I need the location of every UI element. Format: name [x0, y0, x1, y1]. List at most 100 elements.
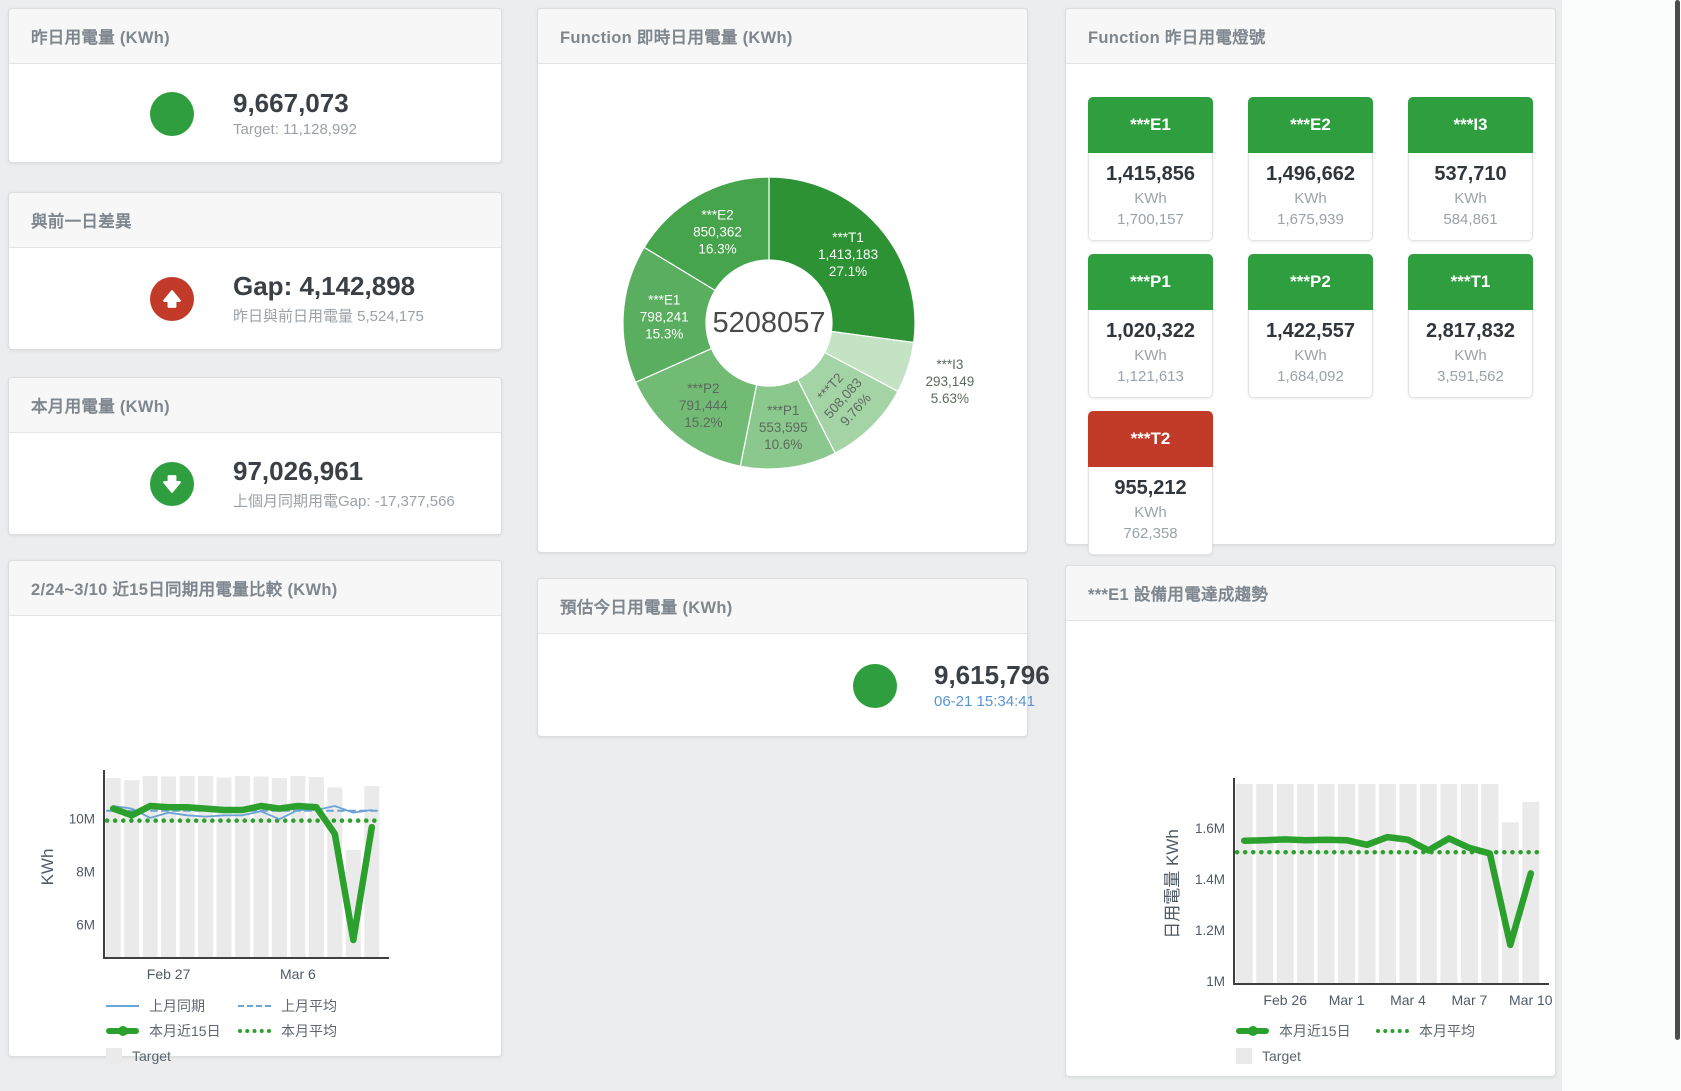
status-circle-green-icon	[150, 92, 194, 136]
target-bar	[1338, 784, 1355, 984]
target-bar	[180, 776, 195, 958]
target-bar	[1502, 822, 1519, 984]
panel-month-usage: 本月用電量 (KWh) 97,026,961 上個月同期用電Gap: -17,3…	[8, 377, 502, 535]
stat-value: 9,667,073	[233, 89, 357, 119]
legend-label: Target	[132, 1048, 171, 1064]
target-bar	[1256, 784, 1273, 984]
device-tile-***P1[interactable]: ***P1 1,020,322 KWh 1,121,613	[1088, 254, 1213, 398]
device-tile-***P2[interactable]: ***P21,422,557KWh1,684,092	[1248, 254, 1373, 398]
panel-title: 昨日用電量 (KWh)	[31, 24, 170, 48]
target-bar	[1297, 784, 1314, 984]
target-bar	[1379, 784, 1396, 984]
target-bar	[235, 776, 250, 958]
donut-center-value: 5208057	[713, 307, 826, 339]
y-tick-label: 1.4M	[1195, 872, 1225, 887]
legend-swatch-thin-blue	[106, 1005, 139, 1007]
x-tick-label: Feb 27	[147, 966, 191, 982]
device-tile-***E2[interactable]: ***E21,496,662KWh1,675,939	[1248, 97, 1373, 241]
panel-day-gap: 與前一日差異 Gap: 4,142,898 昨日與前日用電量 5,524,175	[8, 192, 502, 350]
y-tick-label: 1.6M	[1195, 821, 1225, 836]
legend-item-本月近15日[interactable]: 本月近15日	[106, 1022, 238, 1040]
target-bar	[1236, 784, 1253, 984]
panel-header: 預估今日用電量 (KWh)	[538, 579, 1027, 634]
x-tick-label: Mar 4	[1390, 992, 1426, 1008]
stat-subtitle: Target: 11,128,992	[233, 121, 357, 138]
e1-trend-chart-legend: 本月近15日 本月平均 Target	[1236, 1022, 1555, 1065]
stat-block: 97,026,961 上個月同期用電Gap: -17,377,566	[233, 457, 455, 511]
device-tile-***E1[interactable]: ***E11,415,856KWh1,700,157	[1088, 97, 1213, 241]
legend-swatch-box-gray	[106, 1048, 122, 1064]
device-tile-***I3[interactable]: ***I3537,710KWh584,861	[1408, 97, 1533, 241]
panel-15day-comparison: 2/24~3/10 近15日同期用電量比較 (KWh) 6M8M10MFeb 2…	[8, 560, 502, 1057]
target-bar	[1420, 784, 1437, 984]
scrollbar-thumb[interactable]	[1675, 0, 1680, 1040]
y-tick-label: 8M	[76, 864, 95, 879]
legend-label: Target	[1262, 1048, 1301, 1064]
x-tick-label: Mar 7	[1452, 992, 1488, 1008]
comparison-chart: 6M8M10MFeb 27Mar 6KWh	[9, 616, 501, 986]
device-tile-***T1[interactable]: ***T12,817,832KWh3,591,562	[1408, 254, 1533, 398]
donut-chart: ***T11,413,18327.1%***I3293,1495.63%***T…	[538, 64, 1027, 553]
up-arrow-icon	[150, 277, 194, 321]
legend-item-本月平均[interactable]: 本月平均	[238, 1022, 413, 1040]
stat-subtitle: 上個月同期用電Gap: -17,377,566	[233, 490, 455, 511]
device-target: 1,121,613	[1093, 368, 1208, 385]
legend-label: 本月平均	[1419, 1021, 1475, 1041]
legend-item-Target[interactable]: Target	[106, 1047, 238, 1065]
stat-subtitle: 昨日與前日用電量 5,524,175	[233, 305, 424, 326]
page-right-margin	[1562, 0, 1681, 1091]
target-bar	[106, 778, 121, 958]
stat-timestamp: 06-21 15:34:41	[934, 693, 1050, 710]
target-bar	[1461, 784, 1478, 984]
legend-label: 上月同期	[149, 996, 205, 1016]
device-tile-grid: ***E11,415,856KWh1,700,157 ***E21,496,662…	[1066, 64, 1555, 555]
panel-header: 本月用電量 (KWh)	[9, 378, 501, 433]
device-target: 3,591,562	[1413, 368, 1528, 385]
legend-item-Target[interactable]: Target	[1236, 1047, 1376, 1065]
device-unit: KWh	[1413, 347, 1528, 364]
panel-title: Function 昨日用電燈號	[1088, 24, 1266, 48]
device-unit: KWh	[1093, 504, 1208, 521]
panel-header: Function 即時日用電量 (KWh)	[538, 9, 1027, 64]
target-bar	[1359, 784, 1376, 984]
device-value: 1,020,322	[1093, 320, 1208, 343]
panel-title: 與前一日差異	[31, 208, 132, 232]
x-tick-label: Mar 6	[280, 966, 316, 982]
panel-header: 2/24~3/10 近15日同期用電量比較 (KWh)	[9, 561, 501, 616]
device-tile-header: ***P2	[1248, 254, 1373, 310]
target-bar	[1440, 784, 1457, 984]
stat-value: 9,615,796	[934, 661, 1050, 691]
device-target: 1,675,939	[1253, 211, 1368, 228]
target-bar	[198, 776, 213, 958]
panel-title: 2/24~3/10 近15日同期用電量比較 (KWh)	[31, 576, 338, 600]
device-tile-***T2[interactable]: ***T2955,212KWh762,358	[1088, 411, 1213, 555]
target-bar	[217, 778, 232, 958]
device-target: 584,861	[1413, 211, 1528, 228]
panel-title: 本月用電量 (KWh)	[31, 393, 170, 417]
comparison-chart-legend: 上月同期 上月平均本月近15日 本月平均 Target	[106, 997, 501, 1065]
target-bar	[1277, 784, 1294, 984]
legend-label: 上月平均	[281, 996, 337, 1016]
legend-swatch-dot-green	[238, 1029, 271, 1033]
legend-item-本月平均[interactable]: 本月平均	[1376, 1022, 1551, 1040]
dashboard: 昨日用電量 (KWh) 9,667,073 Target: 11,128,992…	[0, 0, 1681, 1091]
device-tile-body: 1,422,557KWh1,684,092	[1248, 310, 1373, 398]
legend-item-上月同期[interactable]: 上月同期	[106, 997, 238, 1015]
legend-item-本月近15日[interactable]: 本月近15日	[1236, 1022, 1376, 1040]
device-unit: KWh	[1093, 347, 1208, 364]
legend-label: 本月平均	[281, 1021, 337, 1041]
stat-block: 9,615,796 06-21 15:34:41	[934, 661, 1050, 711]
device-value: 1,415,856	[1093, 163, 1208, 186]
device-tile-body: 2,817,832KWh3,591,562	[1408, 310, 1533, 398]
device-tile-header: ***P1	[1088, 254, 1213, 310]
status-circle-green-icon	[853, 664, 897, 708]
device-value: 955,212	[1093, 477, 1208, 500]
legend-item-上月平均[interactable]: 上月平均	[238, 997, 413, 1015]
y-tick-label: 6M	[76, 918, 95, 933]
x-tick-label: Feb 26	[1263, 992, 1307, 1008]
legend-swatch-thick-green	[106, 1028, 139, 1034]
legend-label: 本月近15日	[1279, 1021, 1351, 1041]
device-tile-body: 1,415,856KWh1,700,157	[1088, 153, 1213, 241]
stat-block: Gap: 4,142,898 昨日與前日用電量 5,524,175	[233, 272, 424, 326]
stat-value: Gap: 4,142,898	[233, 272, 424, 302]
